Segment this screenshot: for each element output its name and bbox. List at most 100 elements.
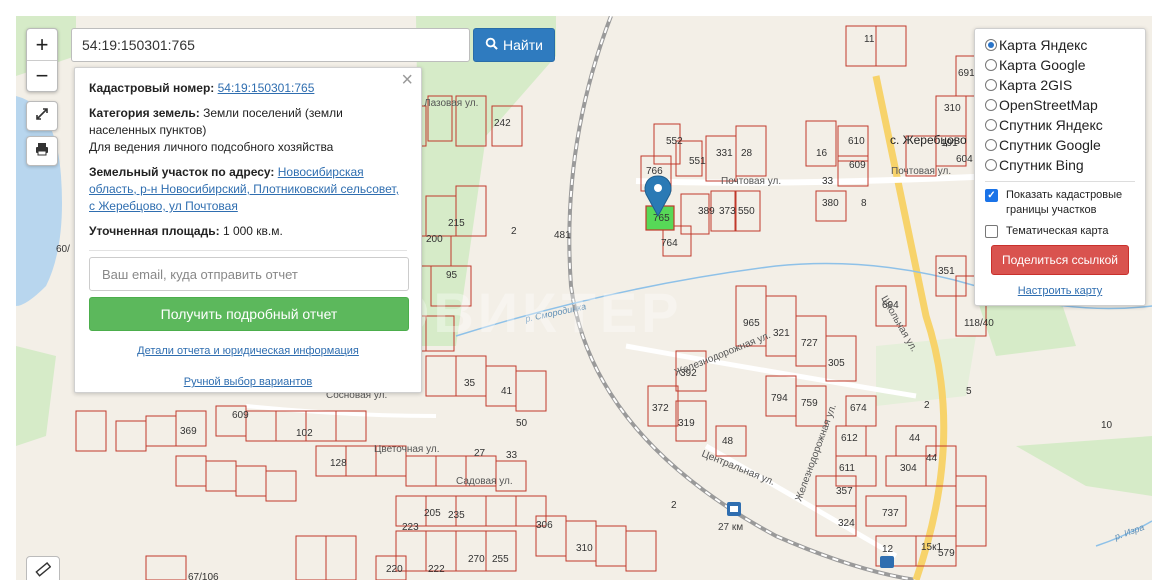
svg-text:369: 369 (180, 426, 197, 437)
layer-option-label: Карта Яндекс (999, 37, 1088, 53)
svg-text:48: 48 (722, 436, 734, 447)
radio-icon[interactable] (985, 59, 997, 71)
station-label: 27 км (718, 522, 743, 533)
svg-text:44: 44 (926, 453, 938, 464)
thematic-map-toggle[interactable]: Тематическая карта (985, 224, 1135, 239)
cadastral-number-link[interactable]: 54:19:150301:765 (218, 81, 315, 95)
svg-text:223: 223 (402, 522, 419, 533)
fullscreen-button[interactable] (26, 101, 58, 131)
svg-text:16: 16 (816, 148, 828, 159)
checkbox-icon[interactable] (985, 225, 998, 238)
zoom-in-button[interactable]: + (27, 29, 57, 60)
svg-text:35: 35 (464, 378, 476, 389)
layer-option-google-satellite[interactable]: Спутник Google (985, 135, 1135, 155)
get-report-button[interactable]: Получить подробный отчет (89, 297, 409, 331)
search-button[interactable]: Найти (473, 28, 555, 62)
svg-text:128: 128 (330, 458, 347, 469)
area-value: 1 000 кв.м. (222, 224, 283, 238)
svg-text:118/40: 118/40 (964, 318, 994, 329)
divider (985, 181, 1135, 182)
area-label: Уточненная площадь: (89, 224, 220, 238)
street-label-pochtovaya: Почтовая ул. (721, 176, 781, 187)
svg-text:609: 609 (232, 410, 249, 421)
svg-text:41: 41 (501, 386, 513, 397)
svg-text:319: 319 (678, 418, 695, 429)
radio-icon[interactable] (985, 79, 997, 91)
radio-icon[interactable] (985, 99, 997, 111)
svg-text:331: 331 (716, 148, 733, 159)
svg-text:8: 8 (861, 198, 867, 209)
manual-selection-link[interactable]: Ручной выбор вариантов (89, 374, 407, 391)
land-usage-value: Для ведения личного подсобного хозяйства (89, 140, 334, 154)
layer-option-2gis-map[interactable]: Карта 2GIS (985, 75, 1135, 95)
svg-text:33: 33 (506, 450, 518, 461)
address-label: Земельный участок по адресу: (89, 165, 275, 179)
station-icon-2[interactable] (880, 556, 894, 568)
radio-selected-icon[interactable] (985, 39, 997, 51)
layer-option-label: OpenStreetMap (999, 97, 1098, 113)
radio-icon[interactable] (985, 119, 997, 131)
svg-text:727: 727 (801, 338, 818, 349)
svg-text:357: 357 (836, 486, 853, 497)
svg-text:674: 674 (850, 403, 867, 414)
print-button[interactable] (26, 136, 58, 166)
svg-text:551: 551 (689, 156, 706, 167)
svg-text:609: 609 (849, 160, 866, 171)
svg-text:235: 235 (448, 510, 465, 521)
zoom-control: + − (26, 28, 58, 92)
report-details-link[interactable]: Детали отчета и юридическая информация (89, 343, 407, 360)
address-row: Земельный участок по адресу: Новосибирск… (89, 164, 407, 215)
close-icon[interactable]: × (401, 70, 413, 90)
print-icon (34, 141, 50, 162)
svg-text:2: 2 (924, 400, 930, 411)
svg-text:33: 33 (822, 176, 834, 187)
svg-text:321: 321 (773, 328, 790, 339)
svg-text:304: 304 (900, 463, 917, 474)
radio-icon[interactable] (985, 139, 997, 151)
svg-text:2: 2 (511, 226, 517, 237)
layer-option-label: Спутник Яндекс (999, 117, 1103, 133)
ruler-button[interactable] (26, 556, 60, 580)
street-label-lazovaya: Лазовая ул. (424, 98, 478, 109)
svg-text:200: 200 (426, 234, 443, 245)
parcel-info-panel: × Кадастровый номер: 54:19:150301:765 Ка… (74, 67, 422, 393)
svg-text:481: 481 (554, 230, 571, 241)
share-link-button[interactable]: Поделиться ссылкой (991, 245, 1129, 275)
svg-text:380: 380 (822, 198, 839, 209)
layer-option-osm[interactable]: OpenStreetMap (985, 95, 1135, 115)
svg-text:11: 11 (864, 34, 875, 45)
svg-text:305: 305 (828, 358, 845, 369)
layer-option-yandex-map[interactable]: Карта Яндекс (985, 35, 1135, 55)
svg-text:764: 764 (661, 238, 678, 249)
cadastral-number-row: Кадастровый номер: 54:19:150301:765 (89, 80, 407, 97)
show-boundaries-toggle[interactable]: ✓ Показать кадастровые границы участков (985, 188, 1135, 218)
cadastral-search-input[interactable] (71, 28, 470, 62)
svg-text:222: 222 (428, 564, 445, 575)
layer-option-bing-satellite[interactable]: Спутник Bing (985, 155, 1135, 175)
svg-text:612: 612 (841, 433, 858, 444)
svg-text:389: 389 (698, 206, 715, 217)
svg-text:12: 12 (882, 544, 894, 555)
street-label-tsvetochnaya: Цветочная ул. (374, 444, 440, 455)
street-label-sadovaya: Садовая ул. (456, 476, 513, 487)
area-row: Уточненная площадь: 1 000 кв.м. (89, 223, 407, 240)
radio-icon[interactable] (985, 159, 997, 171)
svg-text:205: 205 (424, 508, 441, 519)
layer-option-yandex-satellite[interactable]: Спутник Яндекс (985, 115, 1135, 135)
layer-option-google-map[interactable]: Карта Google (985, 55, 1135, 75)
street-label-pochtovaya-2: Почтовая ул. (891, 166, 951, 177)
svg-text:610: 610 (848, 136, 865, 147)
station-icon[interactable] (727, 502, 741, 516)
checkbox-checked-icon[interactable]: ✓ (985, 189, 998, 202)
svg-text:550: 550 (738, 206, 755, 217)
layer-option-label: Спутник Google (999, 137, 1101, 153)
svg-text:242: 242 (494, 118, 511, 129)
email-field[interactable] (89, 257, 409, 291)
svg-text:67/106: 67/106 (188, 572, 219, 580)
zoom-out-button[interactable]: − (27, 60, 57, 91)
svg-text:255: 255 (492, 554, 509, 565)
svg-text:759: 759 (801, 398, 818, 409)
configure-map-link[interactable]: Настроить карту (985, 285, 1135, 297)
svg-text:215: 215 (448, 218, 465, 229)
search-button-label: Найти (503, 37, 543, 53)
